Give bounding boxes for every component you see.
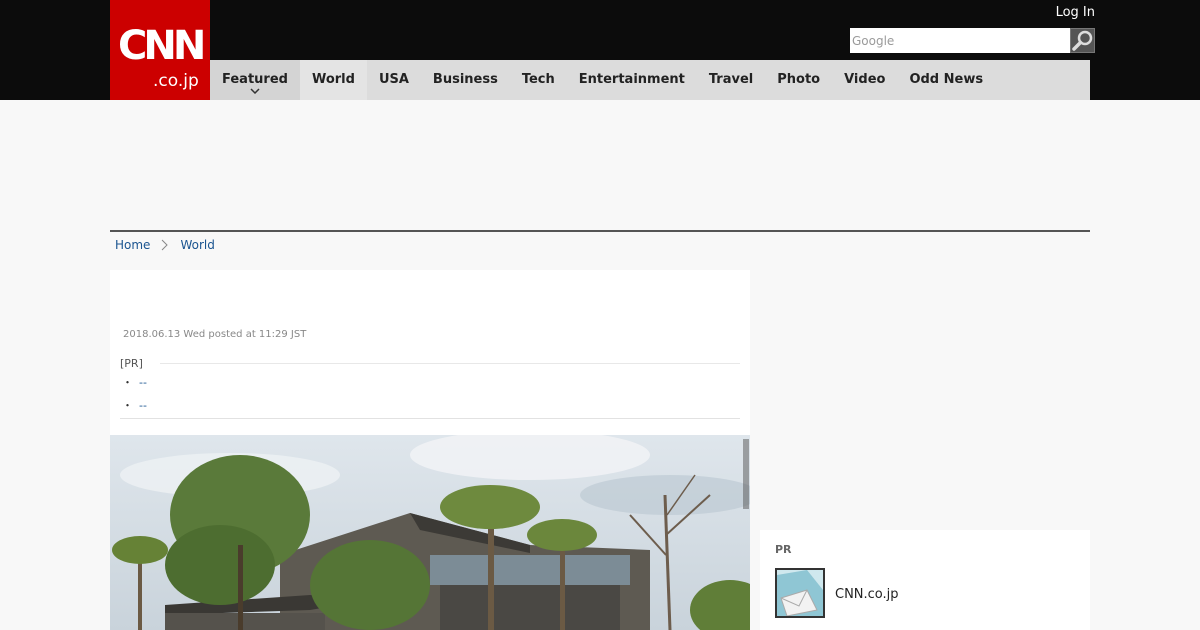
nav-item-label: World	[311, 72, 355, 87]
nav-item-featured[interactable]: Featured	[210, 60, 300, 100]
nav-item-label: Odd News	[909, 72, 984, 87]
nav-item-travel[interactable]: Travel	[697, 60, 765, 100]
pr-line: ・ --	[122, 397, 147, 413]
nav-item-label: Photo	[777, 72, 821, 87]
nav-item-label: Video	[844, 72, 886, 87]
pr-label: [PR]	[120, 357, 147, 370]
breadcrumb: Home World	[115, 238, 215, 252]
building-photo	[110, 435, 750, 630]
main-nav: Featured World USA Business Tech Enterta…	[210, 60, 1090, 100]
article-card: 2018.06.13 Wed posted at 11:29 JST [PR] …	[110, 270, 750, 630]
search-button[interactable]	[1070, 28, 1095, 53]
pr-box: [PR] ・ -- ・ --	[120, 357, 740, 419]
sidebar-pr-card: PR CNN.co.jp	[760, 530, 1090, 630]
photo-credit-strip	[743, 439, 749, 509]
search-input[interactable]	[850, 28, 1070, 53]
pr-thumbnail[interactable]	[775, 568, 825, 618]
article-photo	[110, 435, 750, 630]
nav-item-tech[interactable]: Tech	[510, 60, 567, 100]
nav-item-video[interactable]: Video	[832, 60, 897, 100]
nav-item-label: Travel	[708, 72, 754, 87]
nav-item-world[interactable]: World	[299, 60, 367, 100]
sidebar-pr-name[interactable]: CNN.co.jp	[835, 587, 899, 602]
article-date: 2018.06.13 Wed posted at 11:29 JST	[123, 329, 307, 340]
breadcrumb-world[interactable]: World	[180, 238, 214, 252]
chevron-right-icon	[162, 239, 169, 251]
section-divider	[110, 230, 1090, 232]
chevron-down-icon	[250, 88, 260, 94]
logo-sub-text: .co.jp	[153, 71, 199, 91]
login-link[interactable]: Log In	[1056, 5, 1095, 20]
nav-item-odd-news[interactable]: Odd News	[897, 60, 995, 100]
nav-item-usa[interactable]: USA	[367, 60, 421, 100]
magnifier-icon	[1072, 30, 1093, 51]
sidebar-pr-label: PR	[775, 543, 792, 556]
bullet: ・	[122, 376, 133, 389]
nav-item-photo[interactable]: Photo	[765, 60, 832, 100]
breadcrumb-home[interactable]: Home	[115, 238, 150, 252]
nav-item-label: Featured	[222, 72, 288, 87]
nav-item-business[interactable]: Business	[421, 60, 510, 100]
bullet: ・	[122, 399, 133, 412]
pr-link[interactable]: --	[139, 399, 147, 412]
pr-line: ・ --	[122, 374, 147, 390]
nav-item-entertainment[interactable]: Entertainment	[567, 60, 697, 100]
logo-main-text: CNN	[118, 23, 206, 69]
nav-item-label: Tech	[521, 72, 555, 87]
nav-item-label: Entertainment	[578, 72, 685, 87]
envelope-icon	[777, 570, 823, 616]
cnn-logo[interactable]: CNN .co.jp	[110, 0, 210, 100]
nav-item-label: Business	[432, 72, 498, 87]
pr-link[interactable]: --	[139, 376, 147, 389]
nav-item-label: USA	[378, 72, 409, 87]
